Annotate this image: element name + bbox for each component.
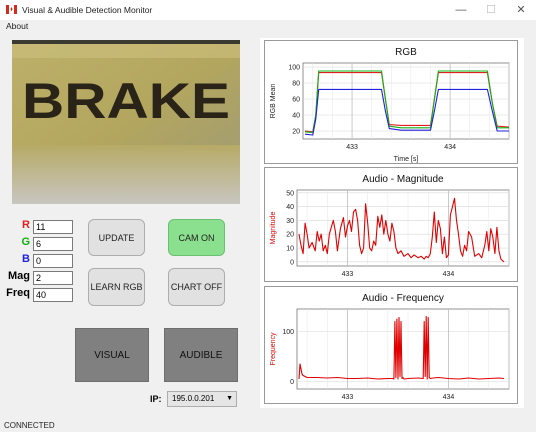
learn-rgb-button[interactable]: LEARN RGB — [88, 268, 145, 306]
update-button[interactable]: UPDATE — [88, 219, 145, 256]
minimize-button[interactable]: — — [446, 0, 476, 20]
b-label: B — [22, 253, 30, 265]
freq-label: Freq — [6, 287, 30, 299]
rgb-chart: RGB 20 40 60 80 100 433 434 Time [s] RGB Mean — [264, 40, 518, 164]
y-axis-label: Magnitude — [270, 212, 277, 245]
chart-title: Audio - Magnitude — [362, 174, 444, 185]
r-value-field[interactable]: 11 — [33, 220, 73, 234]
r-label: R — [22, 219, 30, 231]
audible-button[interactable]: AUDIBLE — [164, 328, 238, 382]
freq-value-field[interactable]: 40 — [33, 288, 73, 302]
audio-magnitude-chart: Audio - Magnitude 0 10 20 30 40 50 433 434 Magnit… — [264, 167, 518, 282]
visual-button[interactable]: VISUAL — [75, 328, 149, 382]
y-tick-label: 50 — [286, 190, 294, 197]
audio-frequency-chart: Audio - Frequency 0 100 433 434 Frequency — [264, 286, 518, 404]
menu-bar — [0, 20, 536, 34]
chart-title: Audio - Frequency — [362, 293, 444, 304]
window-title: Visual & Audible Detection Monitor — [22, 5, 153, 15]
mag-value-field[interactable]: 2 — [33, 271, 73, 285]
ip-select[interactable]: 195.0.0.201 ▼ — [167, 391, 237, 407]
x-tick-label: 433 — [342, 394, 354, 401]
status-bar — [0, 420, 536, 432]
menu-item-about[interactable]: About — [6, 21, 28, 31]
y-tick-label: 0 — [290, 259, 294, 266]
y-tick-label: 60 — [292, 97, 300, 104]
x-tick-label: 434 — [444, 144, 456, 151]
y-tick-label: 20 — [292, 129, 300, 136]
chart-off-button[interactable]: CHART OFF — [168, 268, 225, 306]
x-tick-label: 434 — [443, 271, 455, 278]
connection-status: CONNECTED — [4, 421, 55, 430]
chart-title: RGB — [395, 47, 417, 58]
app-icon — [6, 5, 17, 14]
maximize-button[interactable]: ☐ — [476, 0, 506, 20]
chevron-down-icon: ▼ — [226, 395, 233, 402]
y-axis-label: RGB Mean — [270, 84, 277, 119]
camera-view: BRAKE — [12, 40, 240, 204]
ip-select-value: 195.0.0.201 — [172, 394, 215, 403]
y-axis-label: Frequency — [270, 332, 277, 366]
camera-image: BRAKE — [12, 40, 240, 204]
y-tick-label: 40 — [292, 113, 300, 120]
y-tick-label: 30 — [286, 218, 294, 225]
cam-on-button[interactable]: CAM ON — [168, 219, 225, 256]
y-tick-label: 0 — [290, 379, 294, 386]
g-label: G — [21, 236, 30, 248]
b-value-field[interactable]: 0 — [33, 254, 73, 268]
x-tick-label: 434 — [443, 394, 455, 401]
close-button[interactable]: ✕ — [506, 0, 536, 20]
y-tick-label: 40 — [286, 204, 294, 211]
y-tick-label: 100 — [288, 65, 300, 72]
x-axis-label: Time [s] — [394, 156, 419, 163]
y-tick-label: 100 — [282, 329, 294, 336]
y-tick-label: 10 — [286, 246, 294, 253]
camera-sign-text: BRAKE — [22, 73, 230, 129]
y-tick-label: 80 — [292, 81, 300, 88]
y-tick-label: 20 — [286, 232, 294, 239]
x-tick-label: 433 — [342, 271, 354, 278]
g-value-field[interactable]: 6 — [33, 237, 73, 251]
ip-label: IP: — [150, 394, 162, 404]
x-tick-label: 433 — [346, 144, 358, 151]
mag-label: Mag — [8, 270, 30, 282]
